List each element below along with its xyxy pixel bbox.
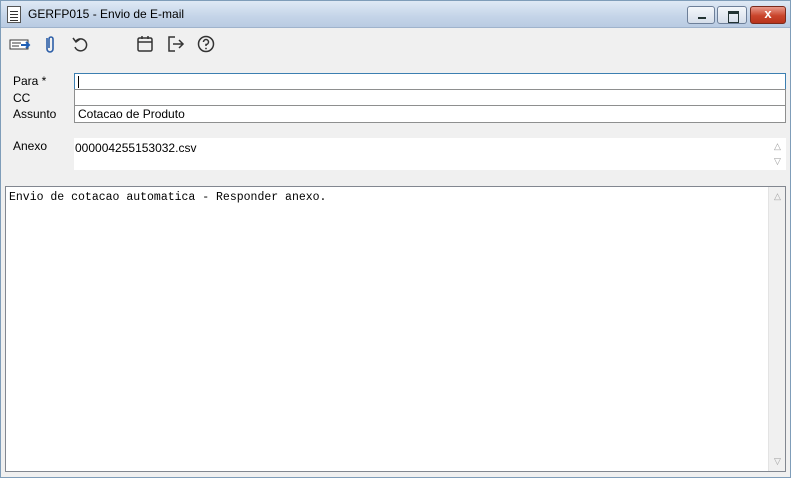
close-button[interactable]: x [750, 6, 786, 24]
assunto-value: Cotacao de Produto [78, 107, 185, 121]
assunto-field[interactable]: Cotacao de Produto [74, 105, 786, 123]
message-body[interactable]: Envio de cotacao automatica - Responder … [5, 186, 786, 472]
message-scrollbar[interactable]: △ ▽ [768, 187, 785, 471]
help-button[interactable] [195, 33, 217, 55]
para-label: Para * [13, 74, 47, 88]
cc-label: CC [13, 91, 31, 105]
calendar-button[interactable] [134, 33, 156, 55]
undo-icon [72, 37, 88, 52]
scroll-up-icon[interactable]: △ [773, 142, 782, 151]
title-bar[interactable]: GERFP015 - Envio de E-mail x [1, 1, 790, 28]
window-title: GERFP015 - Envio de E-mail [28, 7, 185, 21]
undo-button[interactable] [70, 33, 92, 55]
close-icon: x [764, 6, 772, 21]
scroll-down-icon[interactable]: ▽ [769, 453, 786, 470]
email-window: GERFP015 - Envio de E-mail x Para * CC A… [0, 0, 791, 478]
assunto-label: Assunto [13, 107, 57, 121]
anexo-label: Anexo [13, 139, 48, 153]
text-caret [78, 76, 79, 88]
maximize-button[interactable] [717, 6, 747, 24]
exit-icon [168, 36, 185, 52]
scroll-down-icon[interactable]: ▽ [773, 157, 782, 166]
para-field[interactable] [74, 73, 786, 90]
message-text: Envio de cotacao automatica - Responder … [9, 191, 327, 204]
cc-field[interactable] [74, 89, 786, 106]
help-icon [197, 35, 215, 53]
toolbar [1, 29, 790, 59]
document-icon [7, 6, 21, 23]
exit-button[interactable] [165, 33, 187, 55]
send-icon [9, 39, 31, 50]
send-email-button[interactable] [9, 33, 31, 55]
paperclip-icon [46, 36, 54, 53]
calendar-icon [137, 36, 153, 52]
minimize-button[interactable] [687, 6, 715, 24]
scroll-up-icon[interactable]: △ [769, 188, 786, 205]
attachment-file[interactable]: 000004255153032.csv [75, 141, 196, 155]
attach-button[interactable] [39, 33, 61, 55]
anexo-list[interactable]: 000004255153032.csv △ ▽ [74, 138, 786, 170]
